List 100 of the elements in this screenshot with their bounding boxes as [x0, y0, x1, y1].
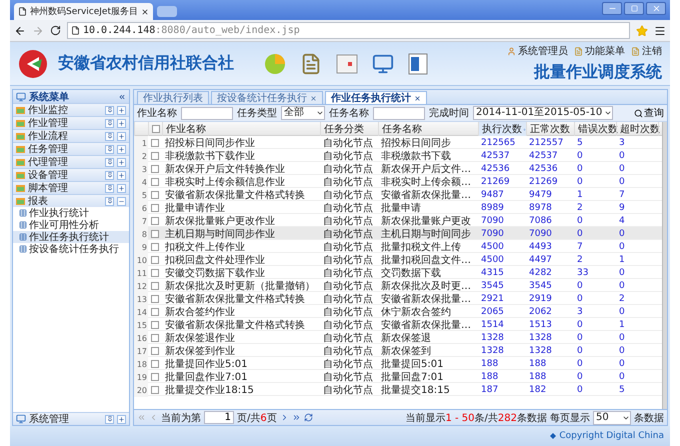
table-cell-text: 9487	[480, 189, 505, 202]
table-cell-text: 188	[528, 358, 548, 371]
table-cell-text: 7090	[528, 228, 553, 241]
table-row[interactable]: 8 主机日期与时间同步作业 自动化节点 主机日期与时间同步 7090 7090 0 0	[134, 227, 662, 240]
table-cell-text: 自动化节点	[322, 384, 374, 397]
table-cell-text: 招投标日间同步	[380, 136, 452, 150]
table-cell-text: 2919	[528, 293, 553, 306]
table-cell-text: 4500	[480, 254, 505, 267]
table-cell-text: 2	[576, 254, 584, 267]
table-row[interactable]: 6 批量申请作业 自动化节点 批量申请 8989 8978 2 9	[134, 201, 662, 214]
menu-group[interactable]: 系统管理	[13, 412, 129, 425]
menu-item[interactable]: 作业可用性分析	[13, 219, 129, 231]
menu-item[interactable]: 作业执行统计	[13, 207, 129, 219]
menu-group[interactable]: 设备管理	[13, 168, 129, 181]
table-row[interactable]: 16 新农保签退作业 自动化节点 新农保签退 1328 1328 0 0	[134, 331, 662, 344]
table-row[interactable]: 5 安徽省新农保批量文件格式转换 自动化节点 安徽省新农保批量… 9487 9479 1 7	[134, 188, 662, 201]
header-link[interactable]: 系统管理员	[507, 44, 568, 58]
row-number: 6	[134, 201, 148, 215]
menu-group[interactable]: 作业流程	[13, 129, 129, 142]
dropdown[interactable]: 全部	[281, 106, 325, 120]
table-row[interactable]: 4 非税实时上传余额信息作业 自动化节点 非税实时上传余额… 21269 21269 0 0	[134, 175, 662, 188]
menu-group[interactable]: 任务管理	[13, 142, 129, 155]
table-row[interactable]: 10 扣税回盘文件处理作业 自动化节点 批量扣税回盘文件… 4500 4497 2 1	[134, 253, 662, 266]
table-cell-text: 扣税回盘文件处理作业	[164, 254, 266, 267]
header-link[interactable]: 注销	[631, 44, 662, 58]
table-cell-text: 1514	[480, 319, 505, 332]
header-link[interactable]: 功能菜单	[574, 44, 625, 58]
table-cell-text: 0	[576, 228, 584, 241]
table-row[interactable]: 13 安徽省新农保批量文件格式转换 自动化节点 安徽省新农保批量… 2921 2919 0 2	[134, 292, 662, 305]
table-cell-text: 33	[576, 267, 590, 280]
table-cell-text: 4315	[480, 267, 505, 280]
table-cell-text: 批量申请	[380, 202, 422, 215]
table-cell-text: 3	[618, 137, 626, 150]
table-cell-text: 新农保签退	[380, 332, 432, 345]
sidebar-title: 系统菜单	[29, 90, 70, 104]
browser-tab[interactable]: 神州数码ServiceJet服务目	[14, 3, 153, 20]
table-row[interactable]: 2 非税缴款书下载作业 自动化节点 非税缴款书下载 42537 42537 0 0	[134, 149, 662, 162]
menu-group[interactable]: 作业管理	[13, 116, 129, 129]
table-cell-text: 自动化节点	[322, 150, 374, 163]
table-cell-text: 0	[618, 332, 626, 345]
table-cell-text: 新农保批量账户更改作业	[164, 214, 276, 228]
table-cell-text: 自动化节点	[322, 370, 374, 384]
record-count-text: 当前显示1 - 50条/共282条数据	[405, 412, 547, 424]
table-cell-text: 安徽交罚数据下载作业	[164, 266, 266, 280]
column-header[interactable]: 执行次数	[478, 122, 526, 136]
pager-text: 页/共6页	[237, 412, 277, 424]
row-number: 17	[134, 344, 148, 358]
table-cell-text: 批量扣税回盘文件…	[380, 254, 472, 267]
table-cell-text: 新农保批次及时更新（批量撤销）	[164, 280, 316, 293]
tab[interactable]: 作业执行列表	[137, 91, 209, 104]
table-row[interactable]: 17 新农保签到作业 自动化节点 新农保签到 1328 1328 0 0	[134, 344, 662, 357]
table-row[interactable]: 20 批量提交作业18:15 自动化节点 批量提交18:15 187 182 0 5	[134, 383, 662, 396]
table-cell-text: 0	[618, 306, 626, 319]
menu-group[interactable]: 报表	[13, 194, 129, 207]
table-cell-text: 新农合签约作业	[164, 306, 236, 319]
page-field[interactable]: 1	[204, 411, 234, 424]
table-row[interactable]: 1 招投标日间同步作业 自动化节点 招投标日间同步 212565 212557 5 3	[134, 136, 662, 149]
table-cell-text: 休宁新农合签约	[380, 306, 452, 319]
table-cell-text: 0	[576, 384, 584, 397]
table-cell-text: 新农保开户后文件…	[380, 162, 472, 176]
menu-group[interactable]: 脚本管理	[13, 181, 129, 194]
table-row[interactable]: 11 安徽交罚数据下载作业 自动化节点 交罚数据下载 4315 4282 33 0	[134, 266, 662, 279]
table-cell-text: 非税缴款书下载作业	[164, 150, 256, 163]
table-cell-text: 自动化节点	[322, 240, 374, 254]
table-cell-text: 0	[576, 345, 584, 358]
table-cell-text: 0	[618, 163, 626, 176]
table-cell-text: 3545	[528, 280, 553, 293]
row-number: 7	[134, 214, 148, 228]
address-field[interactable]: 10.0.244.148:8080/auto_web/index.jsp	[67, 22, 630, 39]
table-cell-text: 自动化节点	[322, 266, 374, 280]
page-size-dropdown[interactable]: 50	[593, 410, 631, 424]
table-cell-text: 招投标日间同步作业	[164, 136, 256, 150]
table-row[interactable]: 15 安徽省新农保批量文件格式转换 自动化节点 安徽省新农保批量… 1514 1513 0 1	[134, 318, 662, 331]
tab[interactable]: 作业任务执行统计	[325, 91, 427, 104]
table-cell-text: 0	[576, 150, 584, 163]
table-cell-text: 0	[618, 280, 626, 293]
table-cell-text: 1328	[480, 345, 505, 358]
table-row[interactable]: 12 新农保批次及时更新（批量撤销） 自动化节点 新农保批次及时更… 3545 3545 0 0	[134, 279, 662, 292]
tab[interactable]: 按设备统计任务执行	[211, 91, 323, 104]
table-row[interactable]: 3 新农保开户后文件转换作业 自动化节点 新农保开户后文件… 42536 42536 0 0	[134, 162, 662, 175]
table-cell-text: 42537	[528, 150, 559, 163]
table-cell-text: 42536	[528, 163, 559, 176]
table-cell-text: 2921	[480, 293, 505, 306]
table-row[interactable]: 18 批量提回作业5:01 自动化节点 批量提回5:01 188 188 0 0	[134, 357, 662, 370]
search-button[interactable]: 查询	[634, 106, 664, 120]
table-cell-text: 新农保开户后文件转换作业	[164, 162, 286, 176]
table-row[interactable]: 14 新农合签约作业 自动化节点 休宁新农合签约 2065 2062 3 0	[134, 305, 662, 318]
pager-text: 每页显示	[550, 412, 590, 424]
table-row[interactable]: 9 扣税文件上传作业 自动化节点 批量扣税文件上传 4500 4493 7 0	[134, 240, 662, 253]
menu-group[interactable]: 代理管理	[13, 155, 129, 168]
table-cell-text: 4493	[528, 241, 553, 254]
table-row[interactable]: 7 新农保批量账户更改作业 自动化节点 新农保批量账户更改 7090 7086 0 4	[134, 214, 662, 227]
menu-group[interactable]: 作业监控	[13, 103, 129, 116]
menu-item[interactable]: 作业任务执行统计	[13, 231, 129, 243]
menu-item[interactable]: 按设备统计任务执行	[13, 243, 129, 255]
table-cell-text: 批量提回5:01	[380, 358, 444, 371]
table-cell-text: 主机日期与时间同步作业	[164, 228, 276, 241]
row-number: 4	[134, 175, 148, 189]
table-row[interactable]: 19 批量回盘作业7:01 自动化节点 批量回盘7:01 188 188 0 0	[134, 370, 662, 383]
date-range-field[interactable]: 2014-11-01至2015-05-10	[473, 106, 614, 120]
